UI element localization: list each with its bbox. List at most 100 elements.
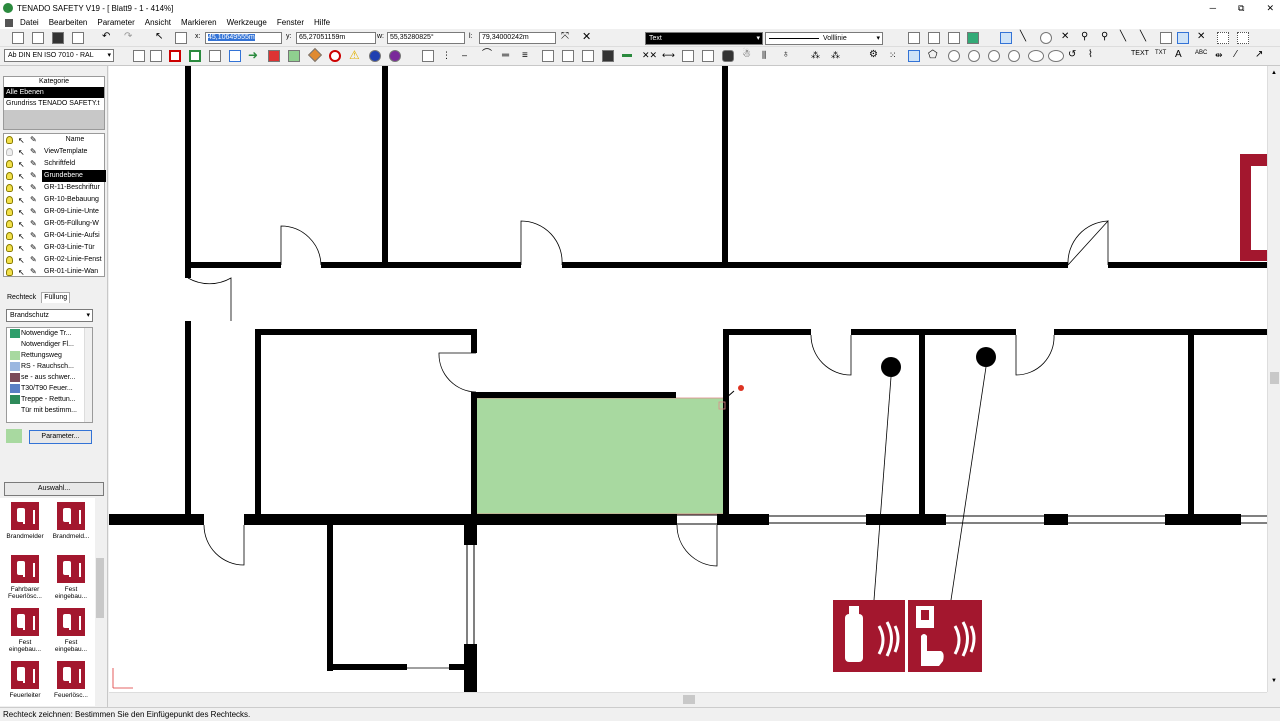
pentagon-icon[interactable]: ⬠ — [928, 50, 940, 62]
open-file-icon[interactable] — [32, 32, 44, 44]
fill-item[interactable]: Notwendige Tr... — [7, 328, 92, 339]
redo-icon[interactable]: ↷ — [124, 32, 136, 44]
mandatory-sign-icon[interactable] — [369, 50, 381, 62]
warning-diamond-icon[interactable] — [307, 47, 323, 63]
layer-row[interactable]: ↖ ✎ GR-04-Linie-Aufsi — [4, 230, 104, 242]
leader-line-icon[interactable]: ⁄ — [1235, 50, 1247, 62]
dotted-line-icon[interactable]: ⋮ — [442, 50, 454, 62]
copy-layer-icon[interactable] — [928, 32, 940, 44]
scroll-up-icon[interactable]: ▲ — [1271, 70, 1277, 76]
window-icon[interactable] — [562, 50, 574, 62]
color-system-dropdown[interactable]: Ab DIN EN ISO 7010 - RAL ▾ — [4, 49, 114, 62]
warning-triangle-icon[interactable]: ⚠ — [349, 49, 361, 61]
green-sign-icon[interactable] — [288, 50, 300, 62]
arrow-line-icon[interactable]: ⟷ — [662, 50, 675, 62]
linetype-dropdown[interactable]: Volllinie ▾ — [765, 32, 883, 45]
symbol-fahrbarer-feuerloescher[interactable]: Fahrbarer Feuerlösc... — [2, 555, 48, 600]
symbol-fest-eingebaut-3[interactable]: Fest eingebau... — [48, 608, 94, 653]
raster-icon[interactable] — [1237, 32, 1249, 44]
cross-tool-icon[interactable]: ✕ — [1061, 32, 1073, 44]
scroll-down-icon[interactable]: ▼ — [1271, 678, 1277, 684]
close-button[interactable]: ✕ — [1266, 3, 1274, 14]
snap-point-icon[interactable] — [1177, 32, 1189, 44]
fire-extinguisher-sign-icon[interactable] — [833, 600, 905, 672]
vertical-scroll-thumb[interactable] — [1270, 372, 1279, 384]
diagonal-line-icon[interactable]: ╲ — [1020, 32, 1032, 44]
polyline-icon[interactable]: ⌇ — [1088, 50, 1100, 62]
coordinate-mode-icon[interactable]: ⤧ — [561, 32, 573, 44]
fill-list-scrollbar[interactable] — [84, 328, 92, 422]
tool-b-icon[interactable]: ⁂ — [831, 50, 843, 62]
extinguisher-icon[interactable]: ♁ — [782, 50, 794, 62]
fillet-icon[interactable]: ✕ — [1197, 32, 1209, 44]
menu-datei[interactable]: Datei — [15, 18, 44, 27]
trim-icon[interactable]: ╲ — [1140, 32, 1152, 44]
new-file-icon[interactable] — [12, 32, 24, 44]
pin-tool-icon[interactable]: ⚲ — [1081, 32, 1093, 44]
symbol-feuerleiter[interactable]: Feuerleiter — [2, 661, 48, 699]
category-item-grundriss[interactable]: Grundriss TENADO SAFETY.t — [4, 98, 104, 109]
marker-icon[interactable] — [1160, 32, 1172, 44]
purple-circle-icon[interactable] — [389, 50, 401, 62]
component-icon[interactable] — [702, 50, 714, 62]
text-frame-icon[interactable] — [422, 50, 434, 62]
minimize-button[interactable]: ─ — [1210, 3, 1216, 13]
layer-row[interactable]: ↖ ✎ GR-10-Bebauung — [4, 194, 104, 206]
prohibition-icon[interactable] — [329, 50, 341, 62]
grid-icon[interactable] — [1217, 32, 1229, 44]
font-icon[interactable]: A — [1175, 50, 1187, 62]
escape-route-fill[interactable] — [475, 397, 727, 515]
cross-line-icon[interactable]: ✕✕ — [642, 50, 657, 62]
symbol-insert-icon[interactable] — [150, 50, 162, 62]
fill-category-dropdown[interactable]: Brandschutz ▾ — [6, 309, 93, 322]
smoke-detector-2-icon[interactable] — [976, 347, 996, 367]
snap-icon[interactable] — [175, 32, 187, 44]
opening-icon[interactable] — [582, 50, 594, 62]
cancel-icon[interactable]: ✕ — [582, 32, 594, 44]
menu-parameter[interactable]: Parameter — [92, 18, 139, 27]
drawing-canvas[interactable] — [109, 66, 1267, 692]
fill-item[interactable]: Treppe - Rettun... — [7, 394, 92, 405]
columns-icon[interactable]: ⫼ — [762, 50, 774, 62]
smoke-detector-icon[interactable] — [881, 357, 901, 377]
curve-icon[interactable]: ↺ — [1068, 50, 1080, 62]
edit-line-icon[interactable]: ╲ — [1120, 32, 1132, 44]
fill-item[interactable]: se - aus schwer... — [7, 372, 92, 383]
menu-fenster[interactable]: Fenster — [272, 18, 309, 27]
frame-icon[interactable] — [682, 50, 694, 62]
x-coordinate-input[interactable]: 45,10649555m — [205, 32, 282, 44]
menu-hilfe[interactable]: Hilfe — [309, 18, 335, 27]
menu-ansicht[interactable]: Ansicht — [140, 18, 176, 27]
dash-line-icon[interactable]: ‒ — [462, 50, 474, 62]
green-bar-icon[interactable]: ▬ — [622, 50, 634, 62]
horizontal-scroll-thumb[interactable] — [683, 695, 695, 704]
ellipse-2-icon[interactable] — [1048, 50, 1064, 62]
persons-icon[interactable]: ☃ — [742, 50, 754, 62]
menu-werkzeuge[interactable]: Werkzeuge — [222, 18, 272, 27]
layer-row[interactable]: ↖ ✎ Schriftfeld — [4, 158, 104, 170]
fill-item[interactable]: Rettungsweg — [7, 350, 92, 361]
wall-icon[interactable] — [542, 50, 554, 62]
layer-row[interactable]: ↖ ✎ GR-03-Linie-Tür — [4, 242, 104, 254]
save-icon[interactable] — [52, 32, 64, 44]
text-style-dropdown[interactable]: Text ▾ — [645, 32, 763, 45]
horizontal-scrollbar[interactable] — [109, 692, 1267, 706]
abc-icon[interactable]: ABC — [1195, 50, 1211, 62]
angle-input[interactable]: 55,35280825° — [387, 32, 465, 44]
double-line-icon[interactable]: ═ — [502, 50, 514, 62]
symbol-brandmelder-2[interactable]: Brandmeld... — [48, 502, 94, 540]
vehicle-icon[interactable] — [722, 50, 734, 62]
tab-rechteck[interactable]: Rechteck — [4, 292, 39, 303]
arc-icon[interactable]: ⌒ — [482, 50, 494, 62]
gear-icon[interactable]: ⚙ — [869, 50, 881, 62]
fill-item[interactable]: T30/T90 Feuer... — [7, 383, 92, 394]
length-input[interactable]: 79,34000242m — [479, 32, 556, 44]
rectangle-tool-icon[interactable] — [908, 50, 920, 62]
square-dots-icon[interactable]: ⁙ — [889, 50, 901, 62]
text-frame-tool-icon[interactable]: TXT — [1155, 50, 1167, 62]
y-coordinate-input[interactable]: 65,27051159m — [296, 32, 376, 44]
symbol-fest-eingebaut[interactable]: Fest eingebau... — [48, 555, 94, 600]
cursor-line-icon[interactable]: ↗ — [1255, 50, 1267, 62]
layer-row[interactable]: ↖ ✎ GR-05-Füllung-W — [4, 218, 104, 230]
symbol-library-icon[interactable] — [133, 50, 145, 62]
